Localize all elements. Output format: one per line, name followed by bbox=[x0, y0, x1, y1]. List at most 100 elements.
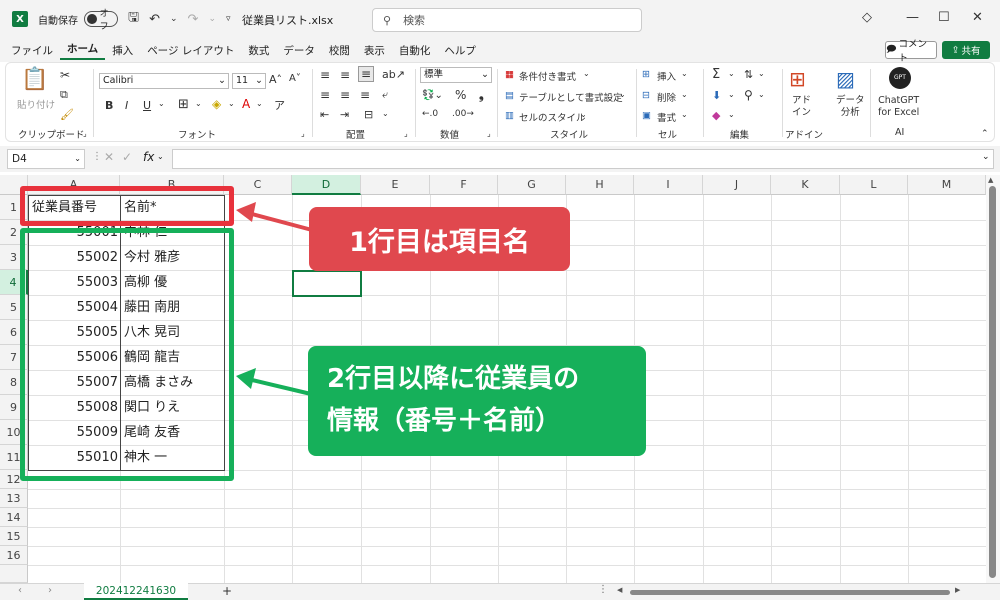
chevron-down-icon[interactable]: ⌄ bbox=[195, 99, 202, 108]
chevron-down-icon[interactable]: ⌄ bbox=[619, 90, 626, 99]
find-icon[interactable]: ⚲ bbox=[744, 88, 753, 102]
column-header-g[interactable]: G bbox=[498, 175, 566, 195]
chevron-down-icon[interactable]: ⌄ bbox=[681, 110, 688, 119]
align-bottom-icon[interactable]: ≡ bbox=[358, 66, 375, 82]
undo-icon[interactable]: ↶ bbox=[149, 12, 160, 27]
decrease-indent-icon[interactable]: ⇤ bbox=[320, 108, 329, 121]
row-header[interactable] bbox=[0, 565, 28, 583]
font-name-select[interactable]: Calibri ⌄ bbox=[99, 73, 229, 89]
insert-cells-icon[interactable]: ⊞ bbox=[642, 69, 650, 80]
addins-button[interactable]: アド イン bbox=[792, 95, 811, 119]
tab-home[interactable]: ホーム bbox=[60, 41, 106, 60]
formula-input[interactable] bbox=[172, 149, 994, 169]
enter-icon[interactable]: ✓ bbox=[122, 150, 132, 164]
number-format-select[interactable]: 標準 ⌄ bbox=[420, 67, 492, 83]
column-header-e[interactable]: E bbox=[361, 175, 430, 195]
maximize-icon[interactable]: ☐ bbox=[938, 10, 950, 25]
align-left-icon[interactable]: ≡ bbox=[320, 88, 330, 102]
align-right-icon[interactable]: ≡ bbox=[360, 88, 370, 102]
phonetic-icon[interactable]: ア bbox=[274, 97, 285, 113]
tab-page-layout[interactable]: ページ レイアウト bbox=[140, 43, 241, 58]
chevron-down-icon[interactable]: ⌄ bbox=[758, 90, 765, 99]
fill-icon[interactable]: ⬇ bbox=[712, 89, 721, 102]
insert-function-icon[interactable]: fx bbox=[143, 150, 154, 164]
accounting-icon[interactable]: 💱⌄ bbox=[422, 90, 443, 101]
wrap-text-icon[interactable]: ⤶ bbox=[382, 88, 388, 102]
column-header-m[interactable]: M bbox=[908, 175, 986, 195]
clipboard-launcher-icon[interactable]: ⌟ bbox=[83, 129, 87, 138]
font-size-select[interactable]: 11 ⌄ bbox=[232, 73, 266, 89]
diamond-icon[interactable]: ◇ bbox=[862, 10, 872, 25]
row-header[interactable]: 13 bbox=[0, 489, 28, 508]
chevron-down-icon[interactable]: ⌄ bbox=[728, 69, 735, 78]
cut-icon[interactable]: ✂ bbox=[60, 68, 70, 82]
chevron-down-icon[interactable]: ⌄ bbox=[157, 152, 164, 161]
close-icon[interactable]: ✕ bbox=[972, 10, 983, 25]
row-header[interactable]: 15 bbox=[0, 527, 28, 546]
scroll-up-icon[interactable]: ▲ bbox=[988, 176, 993, 184]
increase-indent-icon[interactable]: ⇥ bbox=[340, 108, 349, 121]
sheet-tab[interactable]: 202412241630 bbox=[84, 583, 188, 600]
cell-style-button[interactable]: セルのスタイル bbox=[519, 110, 586, 124]
column-header-k[interactable]: K bbox=[771, 175, 840, 195]
italic-icon[interactable]: I bbox=[125, 99, 128, 112]
number-launcher-icon[interactable]: ⌟ bbox=[487, 129, 491, 138]
align-middle-icon[interactable]: ≡ bbox=[340, 68, 350, 82]
share-button[interactable]: ⇪ 共有 bbox=[942, 41, 990, 59]
cancel-icon[interactable]: ✕ bbox=[104, 150, 114, 164]
chevron-down-icon[interactable]: ⌄ bbox=[580, 110, 587, 119]
column-header-d[interactable]: D bbox=[292, 175, 361, 195]
paste-label[interactable]: 貼り付け bbox=[17, 97, 55, 111]
tab-data[interactable]: データ bbox=[276, 43, 322, 58]
fill-color-icon[interactable]: ◈ bbox=[212, 97, 221, 111]
active-cell-d4[interactable] bbox=[292, 270, 362, 297]
redo-icon[interactable]: ↷ bbox=[188, 12, 199, 27]
table-format-icon[interactable]: ▤ bbox=[505, 90, 514, 101]
font-launcher-icon[interactable]: ⌟ bbox=[301, 129, 305, 138]
copy-icon[interactable]: ⧉ bbox=[60, 88, 68, 102]
format-cells-button[interactable]: 書式 bbox=[657, 110, 676, 124]
column-header-l[interactable]: L bbox=[840, 175, 908, 195]
customize-qat-icon[interactable]: ▿ bbox=[226, 14, 231, 24]
chatgpt-button[interactable]: ChatGPT for Excel bbox=[878, 95, 919, 119]
cell-style-icon[interactable]: ▥ bbox=[505, 110, 514, 121]
column-header-h[interactable]: H bbox=[566, 175, 634, 195]
font-color-icon[interactable]: A bbox=[242, 97, 250, 111]
comma-icon[interactable]: ❟ bbox=[479, 88, 484, 103]
chevron-down-icon[interactable]: ⌄ bbox=[728, 110, 735, 119]
column-header-c[interactable]: C bbox=[224, 175, 292, 195]
vertical-scroll-thumb[interactable] bbox=[989, 186, 996, 578]
tab-file[interactable]: ファイル bbox=[4, 43, 60, 58]
undo-dropdown-icon[interactable]: ⌄ bbox=[170, 14, 178, 24]
tab-formulas[interactable]: 数式 bbox=[241, 43, 276, 58]
comment-button[interactable]: 🗩 コメント bbox=[885, 39, 937, 64]
data-analysis-button[interactable]: データ 分析 bbox=[836, 95, 865, 119]
sort-filter-icon[interactable]: ⇅ bbox=[744, 68, 753, 81]
prev-sheet-icon[interactable]: ‹ bbox=[18, 585, 22, 596]
format-cells-icon[interactable]: ▣ bbox=[642, 110, 651, 121]
add-sheet-icon[interactable]: + bbox=[222, 584, 232, 598]
table-format-button[interactable]: テーブルとして書式設定 bbox=[519, 90, 623, 104]
chevron-down-icon[interactable]: ⌄ bbox=[228, 99, 235, 108]
decrease-decimal-icon[interactable]: .00→ bbox=[452, 109, 474, 119]
chevron-down-icon[interactable]: ⌄ bbox=[158, 99, 165, 108]
save-icon[interactable]: 🖫 bbox=[128, 8, 139, 30]
column-header-i[interactable]: I bbox=[634, 175, 703, 195]
orientation-icon[interactable]: ab↗ bbox=[382, 68, 405, 81]
clear-icon[interactable]: ◆ bbox=[712, 109, 720, 122]
bold-icon[interactable]: B bbox=[105, 99, 113, 112]
increase-decimal-icon[interactable]: ←.0 bbox=[422, 109, 438, 119]
chevron-down-icon[interactable]: ⌄ bbox=[681, 90, 688, 99]
tab-insert[interactable]: 挿入 bbox=[105, 43, 140, 58]
paste-icon[interactable]: 📋 bbox=[21, 67, 48, 92]
conditional-format-button[interactable]: 条件付き書式 bbox=[519, 69, 576, 83]
row-header[interactable]: 16 bbox=[0, 546, 28, 565]
align-top-icon[interactable]: ≡ bbox=[320, 68, 330, 82]
name-box[interactable]: D4 ⌄ bbox=[7, 149, 85, 169]
row-header[interactable]: 14 bbox=[0, 508, 28, 527]
collapse-ribbon-icon[interactable]: ⌃ bbox=[981, 129, 989, 139]
chevron-down-icon[interactable]: ⌄ bbox=[583, 69, 590, 78]
scroll-right-icon[interactable]: ▶ bbox=[955, 586, 960, 594]
conditional-format-icon[interactable]: ▦ bbox=[505, 69, 514, 80]
increase-font-icon[interactable]: A˄ bbox=[269, 73, 282, 86]
